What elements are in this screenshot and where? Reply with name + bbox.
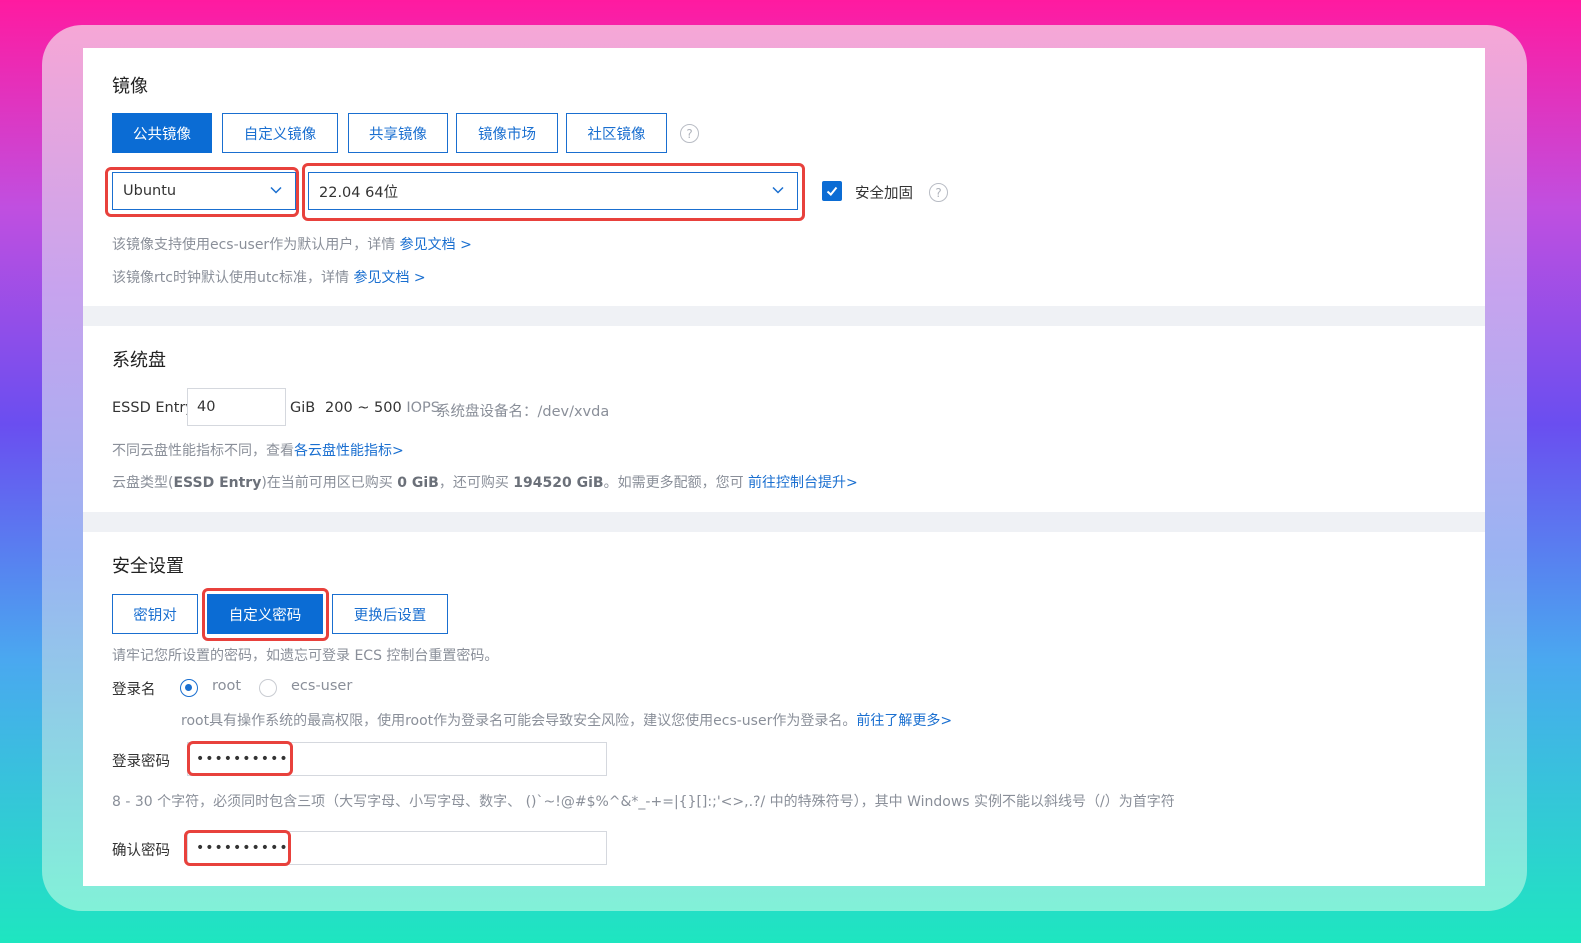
radio-ecs-user-label: ecs-user	[291, 678, 353, 694]
highlight-box-version	[302, 163, 805, 221]
quota-type: ESSD Entry	[173, 475, 262, 491]
confirm-password-label: 确认密码	[112, 843, 170, 859]
disk-quota-note: 云盘类型(ESSD Entry)在当前可用区已购买 0 GiB，还可购买 194…	[112, 472, 858, 492]
note-text: 该镜像rtc时钟默认使用utc标准，详情	[112, 270, 350, 286]
iops-range: 200 ~ 500 IOPS	[325, 400, 440, 416]
perf-link[interactable]: 各云盘性能指标>	[294, 443, 404, 459]
tab-key-pair[interactable]: 密钥对	[112, 594, 198, 634]
login-name-label: 登录名	[112, 682, 156, 698]
device-name: 系统盘设备名：/dev/xvda	[436, 400, 609, 421]
security-hardening-label: 安全加固	[855, 186, 913, 202]
quota-link[interactable]: 前往控制台提升>	[748, 475, 858, 491]
note-text: root具有操作系统的最高权限，使用root作为登录名可能会导致安全风险，建议您…	[181, 713, 857, 729]
remember-password-note: 请牢记您所设置的密码，如遗忘可登录 ECS 控制台重置密码。	[112, 648, 499, 664]
image-note-rtc: 该镜像rtc时钟默认使用utc标准，详情 参见文档 >	[112, 267, 426, 287]
tab-set-later[interactable]: 更换后设置	[332, 594, 448, 634]
check-icon	[826, 186, 838, 196]
image-note-default-user: 该镜像支持使用ecs-user作为默认用户，详情 参见文档 >	[112, 234, 472, 254]
note-text: 该镜像支持使用ecs-user作为默认用户，详情	[112, 237, 396, 253]
security-hardening-checkbox[interactable]	[822, 181, 842, 201]
security-section-title: 安全设置	[112, 556, 184, 577]
image-section-title: 镜像	[112, 76, 148, 97]
quota-text: 。如需更多配额，您可	[603, 475, 744, 491]
section-divider	[83, 306, 1485, 326]
help-icon[interactable]: ?	[929, 183, 948, 202]
quota-text: ，还可购买	[438, 475, 509, 491]
disk-size-input[interactable]: 40	[187, 388, 286, 426]
tab-community-image[interactable]: 社区镜像	[566, 113, 667, 153]
quota-available: 194520 GiB	[513, 475, 604, 491]
tab-custom-image[interactable]: 自定义镜像	[222, 113, 338, 153]
disk-unit: GiB	[290, 400, 316, 416]
root-warning-note: root具有操作系统的最高权限，使用root作为登录名可能会导致安全风险，建议您…	[181, 710, 952, 730]
highlight-box-confirm	[184, 830, 291, 866]
radio-root-label: root	[212, 678, 242, 694]
highlight-box-password	[187, 741, 293, 776]
device-value: /dev/xvda	[537, 404, 610, 420]
tab-shared-image[interactable]: 共享镜像	[348, 113, 448, 153]
radio-root[interactable]	[180, 679, 198, 697]
learn-more-link[interactable]: 前往了解更多>	[856, 713, 952, 729]
quota-bought: 0 GiB	[397, 475, 439, 491]
quota-text: )在当前可用区已购买	[261, 475, 393, 491]
tab-image-market[interactable]: 镜像市场	[456, 113, 558, 153]
iops-label: IOPS	[406, 400, 440, 416]
image-section: 镜像 公共镜像 自定义镜像 共享镜像 镜像市场 社区镜像 ? Ubuntu 22…	[83, 48, 1485, 306]
help-icon[interactable]: ?	[680, 124, 699, 143]
iops-value: 200 ~ 500	[325, 400, 402, 416]
section-divider	[83, 512, 1485, 532]
doc-link[interactable]: 参见文档 >	[400, 237, 472, 253]
note-text: 不同云盘性能指标不同，查看	[112, 443, 294, 459]
disk-section: 系统盘 ESSD Entry 40 GiB 200 ~ 500 IOPS 系统盘…	[83, 326, 1485, 512]
disk-section-title: 系统盘	[112, 350, 166, 371]
highlight-box-os	[105, 167, 299, 217]
quota-text: 云盘类型(	[112, 475, 174, 491]
device-label: 系统盘设备名：	[436, 404, 538, 420]
password-rule-note: 8 - 30 个字符，必须同时包含三项（大写字母、小写字母、数字、 ()`~!@…	[112, 794, 1175, 810]
security-section: 安全设置 密钥对 自定义密码 更换后设置 请牢记您所设置的密码，如遗忘可登录 E…	[83, 532, 1485, 886]
radio-ecs-user[interactable]	[259, 679, 277, 697]
doc-link[interactable]: 参见文档 >	[353, 270, 425, 286]
config-panel: 镜像 公共镜像 自定义镜像 共享镜像 镜像市场 社区镜像 ? Ubuntu 22…	[83, 48, 1485, 886]
disk-type-label: ESSD Entry	[112, 400, 194, 416]
password-label: 登录密码	[112, 754, 170, 770]
disk-perf-note: 不同云盘性能指标不同，查看各云盘性能指标>	[112, 440, 404, 460]
highlight-box-password-tab	[202, 588, 329, 641]
tab-public-image[interactable]: 公共镜像	[112, 113, 212, 153]
